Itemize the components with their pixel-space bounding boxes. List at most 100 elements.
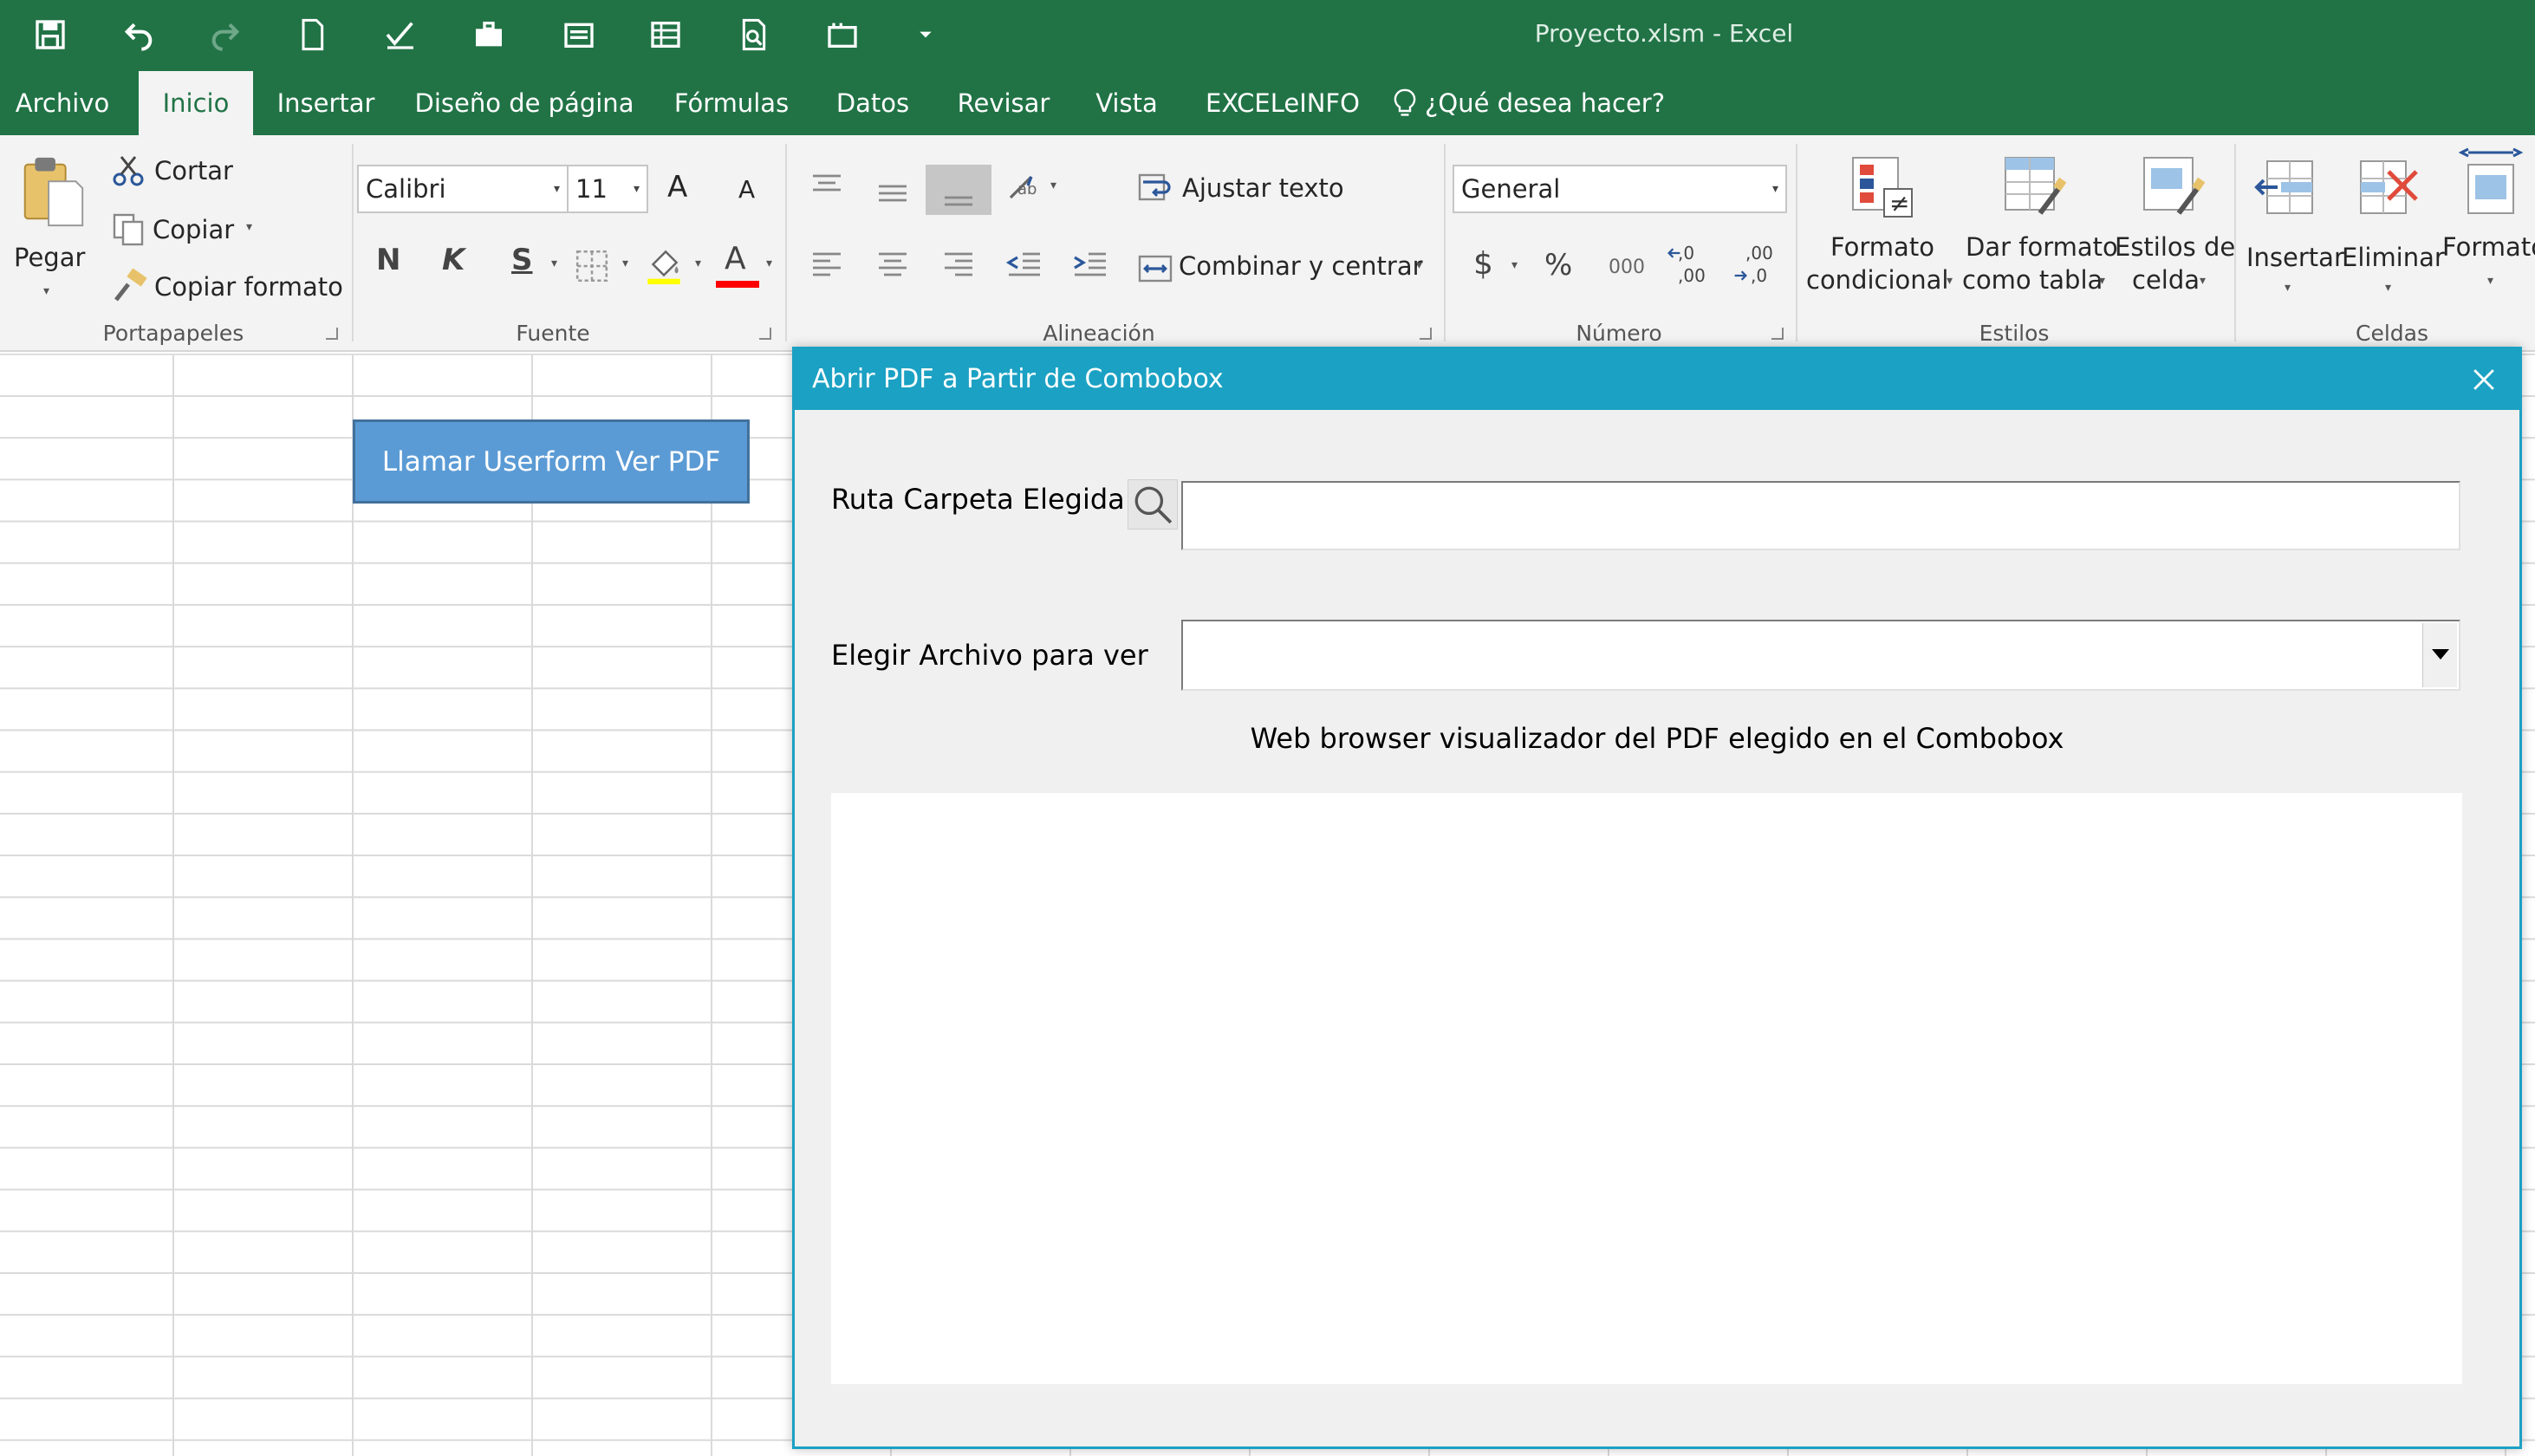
dialog-title-bar: Abrir PDF a Partir de Combobox	[795, 349, 2519, 410]
number-launcher-icon[interactable]	[1771, 328, 1784, 340]
tab-archivo[interactable]: Archivo	[0, 71, 125, 135]
format-cells-icon[interactable]	[2458, 147, 2524, 224]
new-file-icon[interactable]	[288, 10, 336, 59]
format-as-table-line1[interactable]: Dar formato	[1966, 232, 2118, 262]
number-format-combo[interactable]: General ▾	[1453, 165, 1787, 213]
print-preview-icon[interactable]	[730, 10, 778, 59]
insert-cells-button[interactable]: Insertar	[2246, 243, 2344, 272]
align-bottom-button[interactable]	[926, 165, 991, 215]
align-center-icon[interactable]	[875, 250, 910, 283]
fill-color-arrow-icon[interactable]: ▾	[695, 257, 701, 270]
conditional-format-icon[interactable]: ≠	[1846, 154, 1915, 224]
tab-vista[interactable]: Vista	[1083, 71, 1170, 135]
font-launcher-icon[interactable]	[759, 328, 771, 340]
cell-styles-arrow-icon[interactable]: ▾	[2200, 274, 2206, 288]
conditional-format-line1[interactable]: Formato	[1830, 232, 1934, 262]
align-middle-icon[interactable]	[875, 180, 910, 210]
toolbox-icon[interactable]	[465, 10, 513, 59]
cell-styles-line1[interactable]: Estilos de	[2115, 232, 2235, 262]
conditional-format-arrow-icon[interactable]: ▾	[1947, 274, 1953, 288]
conditional-format-line2[interactable]: condicional	[1806, 265, 1948, 295]
clipboard-launcher-icon[interactable]	[326, 328, 338, 340]
underline-button[interactable]: S	[511, 243, 533, 277]
insert-cells-icon[interactable]	[2253, 154, 2319, 224]
copy-arrow-icon[interactable]: ▾	[246, 220, 252, 234]
browse-folder-button[interactable]	[1128, 479, 1178, 530]
currency-arrow-icon[interactable]: ▾	[1511, 258, 1518, 272]
thousands-button[interactable]: 000	[1609, 257, 1645, 278]
font-size-combo[interactable]: 11 ▾	[567, 165, 648, 213]
tab-inicio[interactable]: Inicio	[139, 71, 253, 135]
align-left-icon[interactable]	[809, 250, 844, 283]
tell-me-search[interactable]: ¿Qué desea hacer?	[1392, 71, 1665, 135]
font-name-combo[interactable]: Calibri ▾	[357, 165, 569, 213]
copy-icon[interactable]	[111, 211, 146, 250]
paste-button[interactable]: Pegar	[14, 243, 85, 272]
decrease-indent-icon[interactable]	[1005, 250, 1043, 283]
bold-button[interactable]: N	[376, 243, 400, 277]
increase-indent-icon[interactable]	[1071, 250, 1109, 283]
file-combobox[interactable]	[1181, 620, 2460, 691]
cut-button[interactable]: Cortar	[154, 156, 233, 185]
cell-styles-line2[interactable]: celda	[2132, 265, 2200, 295]
delete-cells-icon[interactable]	[2354, 154, 2420, 224]
delete-cells-arrow-icon[interactable]: ▾	[2385, 281, 2391, 295]
format-painter-icon[interactable]	[111, 268, 149, 307]
increase-decimal-button[interactable]: ,0 ,00	[1667, 243, 1714, 295]
merge-center-button[interactable]: Combinar y centrar	[1179, 251, 1423, 281]
alignment-launcher-icon[interactable]	[1420, 328, 1432, 340]
borders-arrow-icon[interactable]: ▾	[622, 257, 628, 270]
format-cells-arrow-icon[interactable]: ▾	[2487, 274, 2493, 288]
save-icon[interactable]	[26, 10, 75, 59]
tab-datos[interactable]: Datos	[818, 71, 927, 135]
delete-cells-button[interactable]: Eliminar	[2342, 243, 2445, 272]
grow-font-button[interactable]: A	[667, 170, 687, 205]
font-color-arrow-icon[interactable]: ▾	[766, 257, 772, 270]
paste-icon[interactable]	[17, 154, 87, 232]
format-as-table-arrow-icon[interactable]: ▾	[2099, 274, 2105, 288]
copy-button[interactable]: Copiar	[153, 215, 234, 244]
paste-arrow-icon[interactable]: ▾	[43, 284, 49, 298]
insert-cells-arrow-icon[interactable]: ▾	[2285, 281, 2291, 295]
checkmark-edit-icon[interactable]	[376, 10, 425, 59]
tab-formulas[interactable]: Fórmulas	[664, 71, 799, 135]
redo-icon[interactable]	[201, 10, 250, 59]
cell-styles-icon[interactable]	[2137, 154, 2207, 224]
tab-diseno-pagina[interactable]: Diseño de página	[407, 71, 641, 135]
form-icon[interactable]	[555, 10, 603, 59]
wrap-text-icon[interactable]	[1135, 170, 1175, 208]
tab-exceleinfo[interactable]: EXCELeINFO	[1196, 71, 1369, 135]
format-as-table-line2[interactable]: como tabla	[1962, 265, 2103, 295]
combobox-dropdown-button[interactable]	[2422, 623, 2457, 687]
scissors-icon[interactable]	[111, 153, 146, 192]
format-cells-button[interactable]: Formato	[2442, 232, 2535, 262]
fill-color-icon[interactable]	[643, 243, 685, 289]
shrink-font-button[interactable]: A	[738, 175, 755, 204]
currency-button[interactable]: $	[1473, 246, 1493, 282]
orientation-arrow-icon[interactable]: ▾	[1050, 179, 1056, 192]
percent-button[interactable]: %	[1544, 248, 1572, 283]
align-right-icon[interactable]	[941, 250, 976, 283]
call-userform-button[interactable]: Llamar Userform Ver PDF	[353, 419, 750, 504]
wrap-text-button[interactable]: Ajustar texto	[1182, 173, 1344, 203]
macro-icon[interactable]	[818, 10, 867, 59]
undo-icon[interactable]	[114, 10, 163, 59]
borders-icon[interactable]	[574, 248, 610, 288]
customize-arrow-icon[interactable]	[901, 10, 950, 59]
merge-center-icon[interactable]	[1135, 251, 1175, 289]
tab-insertar[interactable]: Insertar	[265, 71, 387, 135]
decrease-decimal-button[interactable]: ,00 ,0	[1733, 243, 1780, 295]
folder-path-input[interactable]	[1181, 481, 2460, 550]
italic-button[interactable]: K	[442, 243, 465, 277]
merge-arrow-icon[interactable]: ▾	[1416, 258, 1422, 272]
pdf-web-browser-viewer[interactable]	[831, 793, 2462, 1384]
format-as-table-icon[interactable]	[1999, 154, 2068, 224]
font-color-button[interactable]: A	[725, 241, 746, 276]
underline-arrow-icon[interactable]: ▾	[551, 257, 557, 270]
format-painter-button[interactable]: Copiar formato	[154, 272, 343, 302]
table-icon[interactable]	[641, 10, 690, 59]
orientation-icon[interactable]: ab	[1007, 170, 1049, 208]
close-icon[interactable]	[2466, 361, 2502, 398]
tab-revisar[interactable]: Revisar	[950, 71, 1057, 135]
align-top-icon[interactable]	[809, 172, 844, 201]
